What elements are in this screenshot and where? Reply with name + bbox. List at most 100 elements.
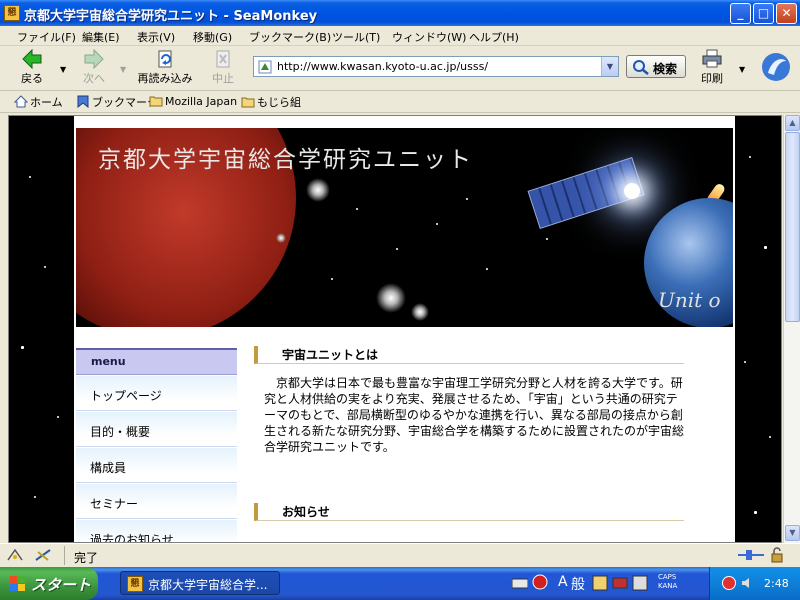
star [34,496,36,498]
print-label: 印刷 [701,72,723,85]
input-mode-a[interactable]: A [558,574,568,590]
menu-item-label[interactable]: セミナー [90,495,138,512]
back-arrow-icon [22,49,42,69]
home-bookmark[interactable]: ホーム [14,94,63,110]
bookmark-icon [77,95,89,108]
printer-icon [702,49,722,68]
menu-item-label[interactable]: 過去のお知らせ [90,531,174,542]
menu-item-label[interactable]: トップページ [90,387,162,404]
page-body: 京都大学宇宙総合学研究ユニット Unit o menu トップページ 目的・概要… [74,116,735,542]
banner-subtitle: Unit o [658,288,721,312]
menu-item-purpose[interactable]: 目的・概要 [76,412,237,447]
navigation-toolbar: 戻る ▼ 次へ ▼ 再読み込み 中止 http://www.kwasan.kyo… [0,47,800,91]
folder-icon [149,96,163,107]
taskbar-item-label: 京都大学宇宙総合学... [148,578,268,592]
forward-button[interactable]: 次へ [76,49,112,89]
menu-item-past-news[interactable]: 過去のお知らせ [76,520,237,542]
scroll-down-arrow-icon[interactable]: ▼ [785,525,800,541]
offline-status-icon[interactable] [6,548,24,562]
star [331,278,333,280]
clock[interactable]: 2:48 [764,577,789,590]
menu-help[interactable]: ヘルプ(H) [469,29,519,45]
menu-item-top-page[interactable]: トップページ [76,376,237,411]
menu-item-seminar[interactable]: セミナー [76,484,237,519]
forward-label: 次へ [83,72,105,85]
star [356,208,358,210]
scroll-up-arrow-icon[interactable]: ▲ [785,115,800,131]
galaxy-image [376,283,406,313]
mozilla-japan-label: Mozilla Japan [165,95,238,108]
menu-item-label[interactable]: 目的・概要 [90,423,150,440]
star [21,346,24,349]
back-dropdown-icon[interactable]: ▼ [60,65,69,74]
maximize-button[interactable]: □ [753,3,774,24]
ime-tool-icon[interactable] [592,575,608,591]
folder-icon [241,97,255,108]
vertical-scrollbar[interactable]: ▲ ▼ [783,115,800,543]
star [486,268,488,270]
galaxy-image [276,233,286,243]
sidebar-grippy[interactable] [0,115,8,543]
menu-bookmarks[interactable]: ブックマーク(B) [249,29,331,45]
title-bar[interactable]: 懇 京都大学宇宙総合学研究ユニット - SeaMonkey _ □ ✕ [0,0,800,26]
volume-icon[interactable] [740,576,754,590]
stop-button[interactable]: 中止 [206,49,240,89]
start-label: スタート [31,576,92,594]
galaxy-image [411,303,429,321]
taskbar: スタート 懇 京都大学宇宙総合学... A 般 CAPS KANA 2:48 [0,567,800,600]
menu-go[interactable]: 移動(G) [193,29,232,45]
star [764,246,767,249]
network-status-icon [738,550,764,560]
seamonkey-throbber-icon[interactable] [760,51,792,83]
star [769,436,771,438]
url-dropdown-icon[interactable]: ▼ [601,57,618,76]
security-alert-icon[interactable] [722,576,736,590]
reload-button[interactable]: 再読み込み [134,49,196,89]
back-button[interactable]: 戻る [14,49,50,89]
reload-icon [158,50,172,68]
forward-arrow-icon [84,49,104,69]
star [44,266,46,268]
menu-item-members[interactable]: 構成員 [76,448,237,483]
search-button[interactable]: 検索 [626,55,686,78]
section-heading-news: お知らせ [254,503,684,521]
forward-dropdown-icon[interactable]: ▼ [120,65,129,74]
url-text[interactable]: http://www.kwasan.kyoto-u.ac.jp/usss/ [277,60,488,73]
status-text: 完了 [74,551,99,565]
bookmarks-menu[interactable]: ブックマーク [76,94,158,110]
app-icon: 懇 [4,5,20,21]
taskbar-item-browser[interactable]: 懇 京都大学宇宙総合学... [120,571,280,595]
keyboard-icon[interactable] [512,576,528,590]
status-bar: 完了 [0,543,800,567]
menu-window[interactable]: ウィンドウ(W) [392,29,466,45]
url-bar[interactable]: http://www.kwasan.kyoto-u.ac.jp/usss/ ▼ [253,56,619,77]
menu-view[interactable]: 表示(V) [137,29,175,45]
menu-item-label[interactable]: 構成員 [90,459,126,476]
mojiragumi-folder[interactable]: もじら組 [241,94,301,110]
input-mode-kanji[interactable]: 般 [571,574,585,594]
minimize-button[interactable]: _ [730,3,751,24]
menu-file[interactable]: ファイル(F) [17,29,76,45]
menu-heading-label: menu [91,355,126,368]
menu-edit[interactable]: 編集(E) [82,29,120,45]
star [749,156,751,158]
search-label: 検索 [653,62,678,76]
app-icon: 懇 [127,576,143,592]
menu-tools[interactable]: ツール(T) [332,29,380,45]
security-lock-icon[interactable] [770,547,784,563]
home-label: ホーム [30,96,63,109]
ime-help-icon[interactable] [632,575,648,591]
ime-icon[interactable] [532,574,548,590]
star [754,511,757,514]
print-dropdown-icon[interactable]: ▼ [739,65,748,74]
scroll-thumb[interactable] [785,132,800,322]
start-button[interactable]: スタート [0,567,98,600]
close-button[interactable]: ✕ [776,3,797,24]
banner-title: 京都大学宇宙総合学研究ユニット [98,147,473,173]
section-heading-label: 宇宙ユニットとは [282,348,379,362]
star [436,223,438,225]
mozilla-japan-folder[interactable]: Mozilla Japan [149,94,237,108]
component-bar-icon[interactable] [34,548,52,562]
print-button[interactable]: 印刷 [696,49,728,89]
ime-pad-icon[interactable] [612,575,628,591]
